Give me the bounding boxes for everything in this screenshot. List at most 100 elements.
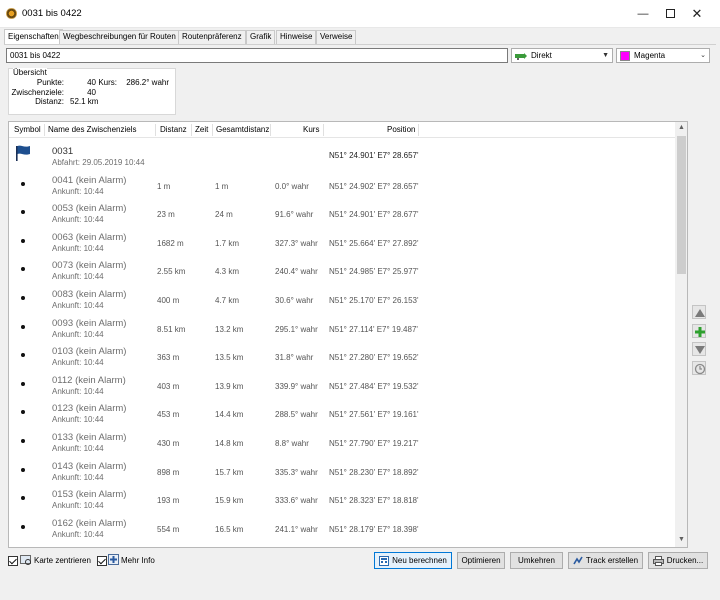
- col-course[interactable]: Kurs: [303, 125, 319, 134]
- overview-group: Übersicht Punkte: 40 Kurs: 286.2° wahr Z…: [8, 68, 176, 115]
- scroll-down-icon[interactable]: ▼: [675, 534, 687, 546]
- waypoint-course: 288.5° wahr: [275, 410, 318, 420]
- waypoint-time: Ankunft: 10:44: [52, 415, 104, 425]
- waypoint-time: Ankunft: 10:44: [52, 329, 104, 339]
- waypoint-position: N51° 28.179' E7° 18.398': [329, 524, 419, 534]
- table-row[interactable]: 0103 (kein Alarm) Ankunft: 10:44 363 m 13.5…: [9, 342, 675, 371]
- dot-icon: [21, 381, 25, 386]
- calculator-icon: [379, 555, 390, 566]
- maximize-button[interactable]: [660, 4, 680, 24]
- table-row[interactable]: 0031 Abfahrt: 29.05.2019 10:44 N51° 24.901…: [9, 142, 675, 171]
- table-row[interactable]: 0133 (kein Alarm) Ankunft: 10:44 430 m 14.8…: [9, 428, 675, 457]
- waypoint-time: Ankunft: 10:44: [52, 386, 104, 396]
- waypoint-distance: 430 m: [157, 439, 180, 448]
- create-track-button[interactable]: Track erstellen: [568, 552, 643, 569]
- col-name[interactable]: Name des Zwischenziels: [48, 125, 136, 134]
- scroll-up-icon[interactable]: ▲: [675, 122, 687, 134]
- move-up-button[interactable]: [692, 305, 706, 319]
- waypoint-position: N51° 27.280' E7° 19.652': [329, 353, 419, 363]
- distance-value: 52.1 km: [70, 97, 99, 106]
- recalculate-button[interactable]: Neu berechnen: [374, 552, 452, 569]
- col-time[interactable]: Zeit: [195, 125, 208, 134]
- table-header: Symbol Name des Zwischenziels Distanz Ze…: [9, 122, 675, 138]
- dot-icon: [21, 410, 25, 415]
- waypoint-name: 0103 (kein Alarm): [52, 346, 127, 358]
- table-row[interactable]: 0153 (kein Alarm) Ankunft: 10:44 193 m 15.9…: [9, 485, 675, 514]
- waypoint-course: 339.9° wahr: [275, 381, 318, 391]
- create-track-label: Track erstellen: [585, 556, 639, 565]
- table-row[interactable]: 0112 (kein Alarm) Ankunft: 10:44 403 m 13.9…: [9, 371, 675, 400]
- waypoint-distance: 193 m: [157, 496, 180, 506]
- history-button[interactable]: [692, 361, 706, 375]
- waypoint-name: 0112 (kein Alarm): [52, 374, 126, 386]
- tab-wegbeschreibungen[interactable]: Wegbeschreibungen für Routen: [59, 30, 180, 44]
- vertical-scrollbar[interactable]: ▲ ▼: [675, 122, 687, 547]
- add-waypoint-button[interactable]: [692, 324, 706, 338]
- table-row[interactable]: 0093 (kein Alarm) Ankunft: 10:44 8.51 km 13…: [9, 314, 675, 343]
- table-row[interactable]: 0041 (kein Alarm) Ankunft: 10:44 1 m 1 m 0.0…: [9, 171, 675, 200]
- waypoint-name: 0162 (kein Alarm): [52, 517, 127, 529]
- optimize-button[interactable]: Optimieren: [457, 552, 505, 569]
- minimize-button[interactable]: —: [633, 4, 653, 24]
- waypoint-position: N51° 28.230' E7° 18.892': [329, 467, 419, 477]
- table-row[interactable]: 0073 (kein Alarm) Ankunft: 10:44 2.55 km 4.…: [9, 256, 675, 285]
- info-plus-icon: [108, 554, 119, 565]
- waypoint-position: N51° 28.323' E7° 18.818': [329, 496, 419, 506]
- col-position[interactable]: Position: [387, 125, 415, 134]
- dot-icon: [21, 210, 25, 215]
- table-row[interactable]: 0063 (kein Alarm) Ankunft: 10:44 1682 m 1.7…: [9, 228, 675, 257]
- route-name-input[interactable]: [6, 48, 508, 63]
- tab-eigenschaften[interactable]: Eigenschaften: [4, 29, 63, 44]
- optimize-label: Optimieren: [461, 556, 501, 565]
- table-row[interactable]: 0123 (kein Alarm) Ankunft: 10:44 453 m 14.4…: [9, 399, 675, 428]
- move-down-button[interactable]: [692, 342, 706, 356]
- waypoint-table[interactable]: Symbol Name des Zwischenziels Distanz Ze…: [8, 121, 688, 548]
- waypoint-time: Ankunft: 10:44: [52, 243, 104, 253]
- waypoints-label: Zwischenziele:: [11, 88, 64, 97]
- waypoint-name: 0041 (kein Alarm): [52, 174, 127, 186]
- print-button[interactable]: Drucken...: [648, 552, 708, 569]
- waypoint-course: 241.1° wahr: [275, 524, 318, 534]
- center-map-checkbox[interactable]: [8, 556, 18, 566]
- waypoints-value: 40: [87, 88, 96, 97]
- table-row[interactable]: 0053 (kein Alarm) Ankunft: 10:44 23 m 24 m 9…: [9, 199, 675, 228]
- waypoint-time: Ankunft: 10:44: [52, 215, 104, 225]
- waypoint-position: N51° 25.170' E7° 26.153': [329, 296, 419, 305]
- tab-verweise[interactable]: Verweise: [316, 30, 357, 44]
- tab-hinweise[interactable]: Hinweise: [276, 30, 317, 44]
- scroll-thumb[interactable]: [677, 136, 686, 274]
- waypoint-name: 0143 (kein Alarm): [52, 460, 127, 472]
- table-row[interactable]: 0162 (kein Alarm) Ankunft: 10:44 554 m 16.5…: [9, 514, 675, 543]
- recalculate-label: Neu berechnen: [392, 556, 447, 565]
- waypoint-position: N51° 27.561' E7° 19.161': [329, 410, 419, 420]
- color-select[interactable]: Magenta ⌄: [616, 48, 710, 63]
- dot-icon: [21, 467, 25, 472]
- reverse-button[interactable]: Umkehren: [510, 552, 563, 569]
- waypoint-time: Ankunft: 10:44: [52, 301, 104, 310]
- more-info-checkbox[interactable]: [97, 556, 107, 566]
- col-symbol[interactable]: Symbol: [14, 125, 41, 134]
- waypoint-course: 327.3° wahr: [275, 238, 318, 248]
- waypoint-distance: 403 m: [157, 381, 180, 391]
- waypoint-total-distance: 14.8 km: [215, 439, 244, 448]
- waypoint-position: N51° 27.114' E7° 19.487': [329, 324, 418, 334]
- col-total[interactable]: Gesamtdistanz: [216, 125, 269, 134]
- waypoint-course: 31.8° wahr: [275, 353, 314, 363]
- table-row[interactable]: 0143 (kein Alarm) Ankunft: 10:44 898 m 15.7…: [9, 457, 675, 486]
- dot-icon: [21, 296, 25, 300]
- center-map-label: Karte zentrieren: [34, 556, 91, 565]
- col-distance[interactable]: Distanz: [160, 125, 187, 134]
- tab-routenpraeferenz[interactable]: Routenpräferenz: [178, 30, 246, 44]
- waypoint-total-distance: 14.4 km: [215, 410, 244, 420]
- dot-icon: [21, 353, 25, 358]
- table-row[interactable]: 0083 (kein Alarm) Ankunft: 10:44 400 m 4.7 …: [9, 285, 675, 314]
- close-button[interactable]: ✕: [687, 4, 707, 24]
- tab-grafik[interactable]: Grafik: [246, 30, 276, 44]
- routing-mode-select[interactable]: Direkt ▼: [511, 48, 613, 63]
- waypoint-course: 91.6° wahr: [275, 210, 314, 220]
- waypoint-total-distance: 4.3 km: [215, 267, 240, 277]
- points-label: Punkte:: [36, 78, 64, 87]
- color-swatch: [620, 51, 630, 61]
- course-label: Kurs:: [98, 78, 117, 87]
- dot-icon: [21, 181, 25, 186]
